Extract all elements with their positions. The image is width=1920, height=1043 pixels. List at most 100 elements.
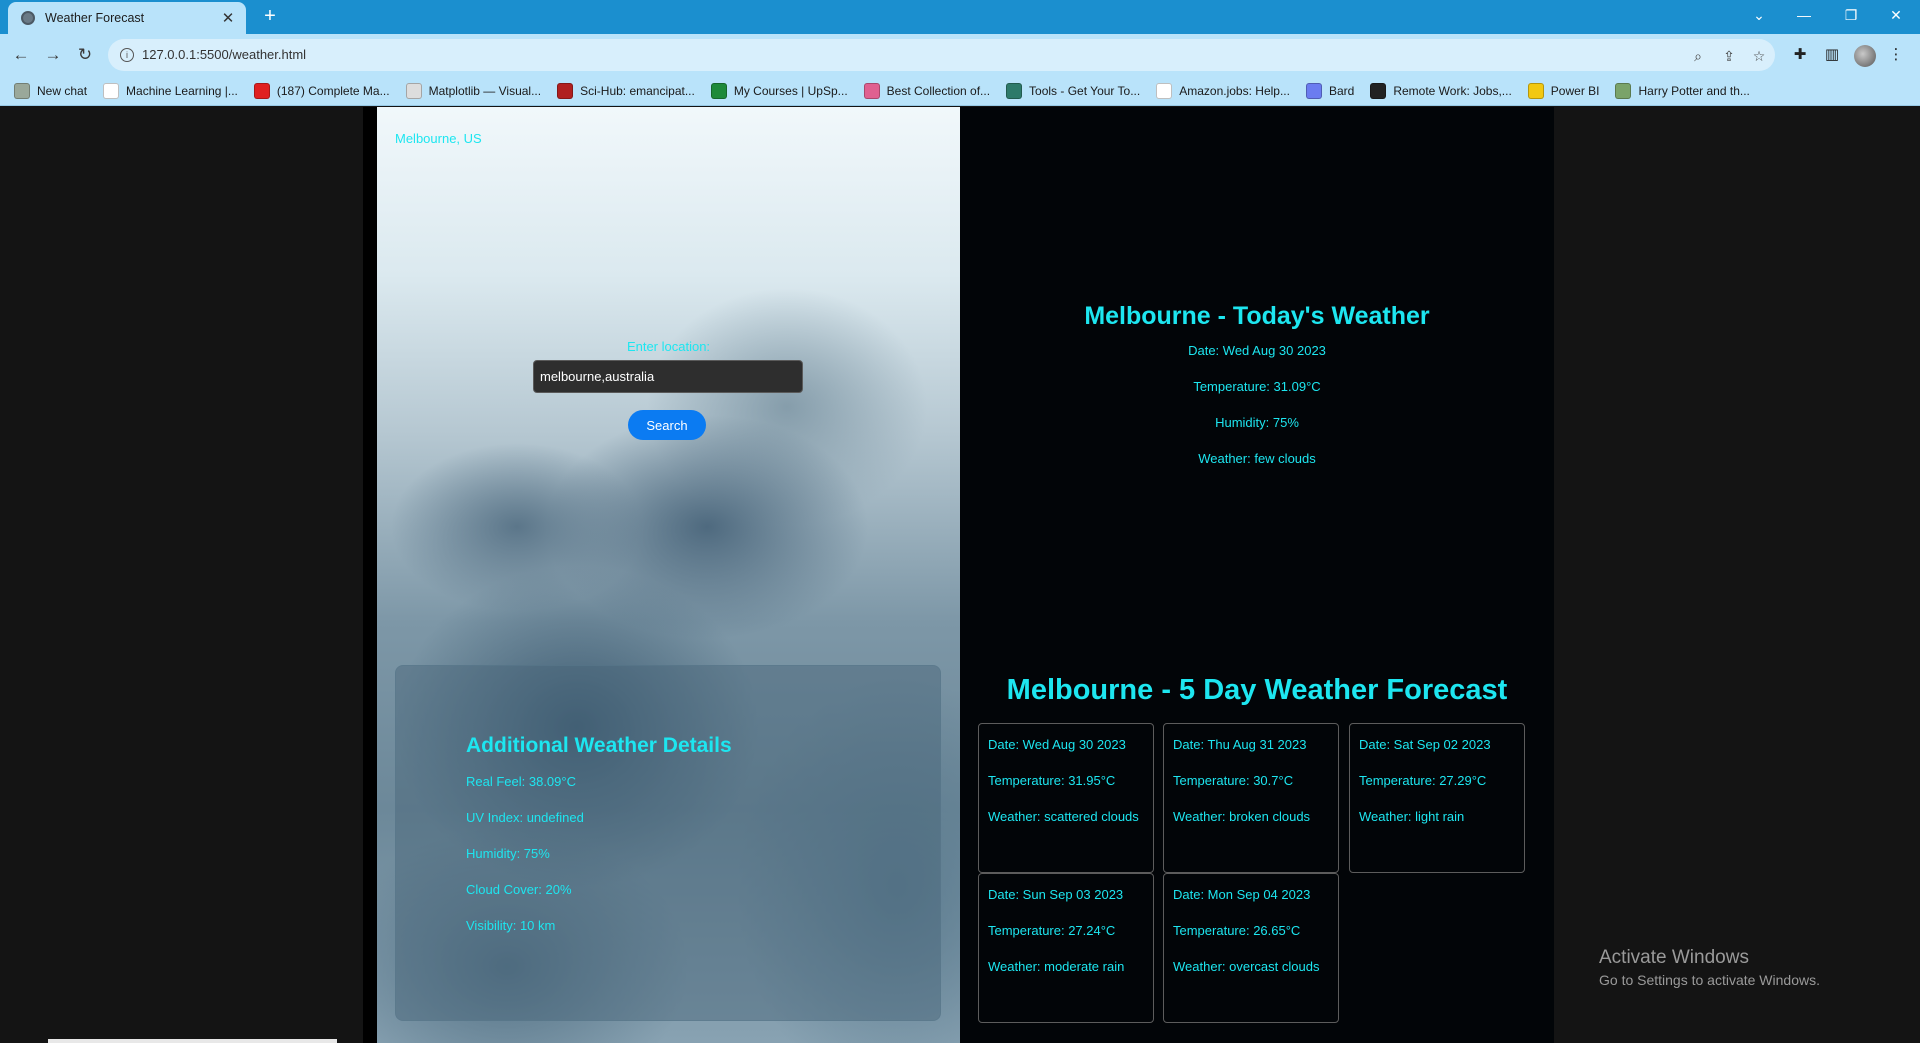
activate-subtitle: Go to Settings to activate Windows.: [1599, 972, 1820, 988]
bookmark-label: New chat: [37, 83, 88, 98]
bookmark-label: Sci-Hub: emancipat...: [580, 83, 695, 98]
real-feel: Real Feel: 38.09°C: [466, 774, 576, 789]
tab-title: Weather Forecast: [45, 11, 145, 25]
bookmarks-bar: New chat Machine Learning |... (187) Compl…: [0, 76, 1920, 106]
bookmark-item[interactable]: Best Collection of...: [863, 82, 991, 99]
bookmark-label: Bard: [1328, 83, 1355, 98]
page-margin: [1554, 107, 1920, 1043]
bookmark-label: Harry Potter and th...: [1638, 83, 1750, 98]
bard-icon: [1305, 82, 1322, 99]
visibility: Visibility: 10 km: [466, 918, 556, 933]
forecast-weather: Weather: overcast clouds: [1173, 959, 1320, 974]
details-title: Additional Weather Details: [466, 734, 732, 757]
forecast-card: Date: Sun Sep 03 2023 Temperature: 27.24…: [978, 873, 1154, 1023]
bookmark-label: Tools - Get Your To...: [1029, 83, 1141, 98]
today-date: Date: Wed Aug 30 2023: [1188, 343, 1326, 358]
bookmark-label: Remote Work: Jobs,...: [1393, 83, 1512, 98]
reload-icon[interactable]: ↻: [73, 43, 97, 67]
forecast-temperature: Temperature: 27.24°C: [988, 923, 1116, 938]
forecast-date: Date: Wed Aug 30 2023: [988, 737, 1126, 752]
url-text[interactable]: 127.0.0.1:5500/weather.html: [142, 47, 306, 62]
powerbi-icon: [1527, 82, 1544, 99]
share-icon[interactable]: ⇪: [1719, 46, 1739, 66]
today-weather: Weather: few clouds: [1198, 451, 1316, 466]
bookmark-label: Power BI: [1550, 83, 1600, 98]
harrypotter-icon: [1615, 82, 1632, 99]
bookmark-label: Machine Learning |...: [126, 83, 238, 98]
bookmark-item[interactable]: Harry Potter and th...: [1615, 82, 1750, 99]
minimize-icon[interactable]: —: [1782, 0, 1826, 30]
windows-activation-watermark: Activate Windows Go to Settings to activ…: [1599, 947, 1820, 988]
browser-titlebar: Weather Forecast ✕ + ⌄ — ❐ ✕: [0, 0, 1920, 34]
tools-icon: [1006, 82, 1023, 99]
bookmark-label: Amazon.jobs: Help...: [1179, 83, 1290, 98]
restore-icon[interactable]: ❐: [1829, 0, 1873, 30]
forecast-temperature: Temperature: 30.7°C: [1173, 773, 1294, 788]
bookmark-item[interactable]: My Courses | UpSp...: [710, 82, 848, 99]
extensions-icon[interactable]: ✚: [1788, 43, 1812, 67]
remote-icon: [1370, 82, 1387, 99]
chatgpt-icon: [14, 82, 30, 99]
forecast-weather: Weather: scattered clouds: [988, 809, 1139, 824]
bookmark-star-icon[interactable]: ☆: [1749, 46, 1769, 66]
profile-avatar[interactable]: [1854, 45, 1876, 67]
bookmark-item[interactable]: Bard: [1305, 82, 1355, 99]
matplotlib-icon: [405, 82, 422, 99]
today-humidity: Humidity: 75%: [1215, 415, 1299, 430]
details-humidity: Humidity: 75%: [466, 846, 550, 861]
current-location: Melbourne, US: [395, 131, 482, 146]
browser-tab[interactable]: Weather Forecast ✕: [8, 2, 246, 34]
bookmark-item[interactable]: Sci-Hub: emancipat...: [557, 82, 695, 99]
youtube-icon: [253, 82, 270, 99]
bookmark-item[interactable]: New chat: [14, 82, 88, 99]
additional-details-card: Additional Weather Details Real Feel: 38…: [395, 665, 941, 1021]
back-icon[interactable]: ←: [9, 43, 33, 67]
globe-icon: [21, 11, 35, 25]
bookmark-item[interactable]: (187) Complete Ma...: [253, 82, 390, 99]
forecast-weather: Weather: light rain: [1359, 809, 1465, 824]
forecast-date: Date: Mon Sep 04 2023: [1173, 887, 1311, 902]
window-close-icon[interactable]: ✕: [1874, 0, 1918, 30]
bookmark-item[interactable]: Matplotlib — Visual...: [405, 82, 541, 99]
forecast-card: Date: Sat Sep 02 2023 Temperature: 27.29…: [1349, 723, 1525, 873]
bookmark-item[interactable]: Machine Learning |...: [103, 82, 238, 99]
location-input[interactable]: [533, 360, 803, 393]
menu-icon[interactable]: ⋮: [1884, 43, 1908, 67]
info-icon[interactable]: i: [120, 48, 134, 62]
search-panel: Melbourne, US Enter location: Search Add…: [377, 107, 960, 1043]
tab-search-icon[interactable]: ⌄: [1737, 0, 1781, 30]
side-panel-icon[interactable]: ▥: [1820, 43, 1844, 67]
uv-index: UV Index: undefined: [466, 810, 584, 825]
amazon-icon: [1156, 82, 1173, 99]
page-margin: [363, 107, 377, 1043]
forecast-date: Date: Thu Aug 31 2023: [1173, 737, 1307, 752]
browser-toolbar: ← → ↻ i 127.0.0.1:5500/weather.html ⌕ ⇪ …: [0, 34, 1920, 76]
bookmark-item[interactable]: Amazon.jobs: Help...: [1156, 82, 1290, 99]
bookmark-item[interactable]: Tools - Get Your To...: [1006, 82, 1141, 99]
forecast-weather: Weather: broken clouds: [1173, 809, 1311, 824]
forecast-card: Date: Wed Aug 30 2023 Temperature: 31.95…: [978, 723, 1154, 873]
zoom-icon[interactable]: ⌕: [1688, 46, 1708, 66]
address-bar[interactable]: i 127.0.0.1:5500/weather.html ⌕ ⇪ ☆: [108, 39, 1775, 71]
bookmark-label: Best Collection of...: [886, 83, 991, 98]
bookmark-label: My Courses | UpSp...: [733, 83, 848, 98]
forward-icon[interactable]: →: [41, 43, 65, 67]
forecast-temperature: Temperature: 31.95°C: [988, 773, 1116, 788]
activate-title: Activate Windows: [1599, 947, 1749, 968]
search-button[interactable]: Search: [628, 410, 706, 440]
bookmark-label: (187) Complete Ma...: [276, 83, 390, 98]
scihub-icon: [557, 82, 574, 99]
bookmark-item[interactable]: Remote Work: Jobs,...: [1370, 82, 1512, 99]
forecast-temperature: Temperature: 27.29°C: [1359, 773, 1487, 788]
close-tab-icon[interactable]: ✕: [218, 9, 238, 27]
forecast-title: Melbourne - 5 Day Weather Forecast: [1006, 674, 1508, 706]
new-tab-icon[interactable]: +: [260, 5, 280, 27]
weather-panel: Melbourne - Today's Weather Date: Wed Au…: [960, 107, 1554, 1043]
today-title: Melbourne - Today's Weather: [1084, 302, 1430, 330]
bookmark-item[interactable]: Power BI: [1527, 82, 1600, 99]
upspark-icon: [710, 82, 727, 99]
forecast-weather: Weather: moderate rain: [988, 959, 1125, 974]
forecast-card: Date: Mon Sep 04 2023 Temperature: 26.65…: [1163, 873, 1339, 1023]
collection-icon: [863, 82, 880, 99]
location-label: Enter location:: [626, 339, 711, 354]
